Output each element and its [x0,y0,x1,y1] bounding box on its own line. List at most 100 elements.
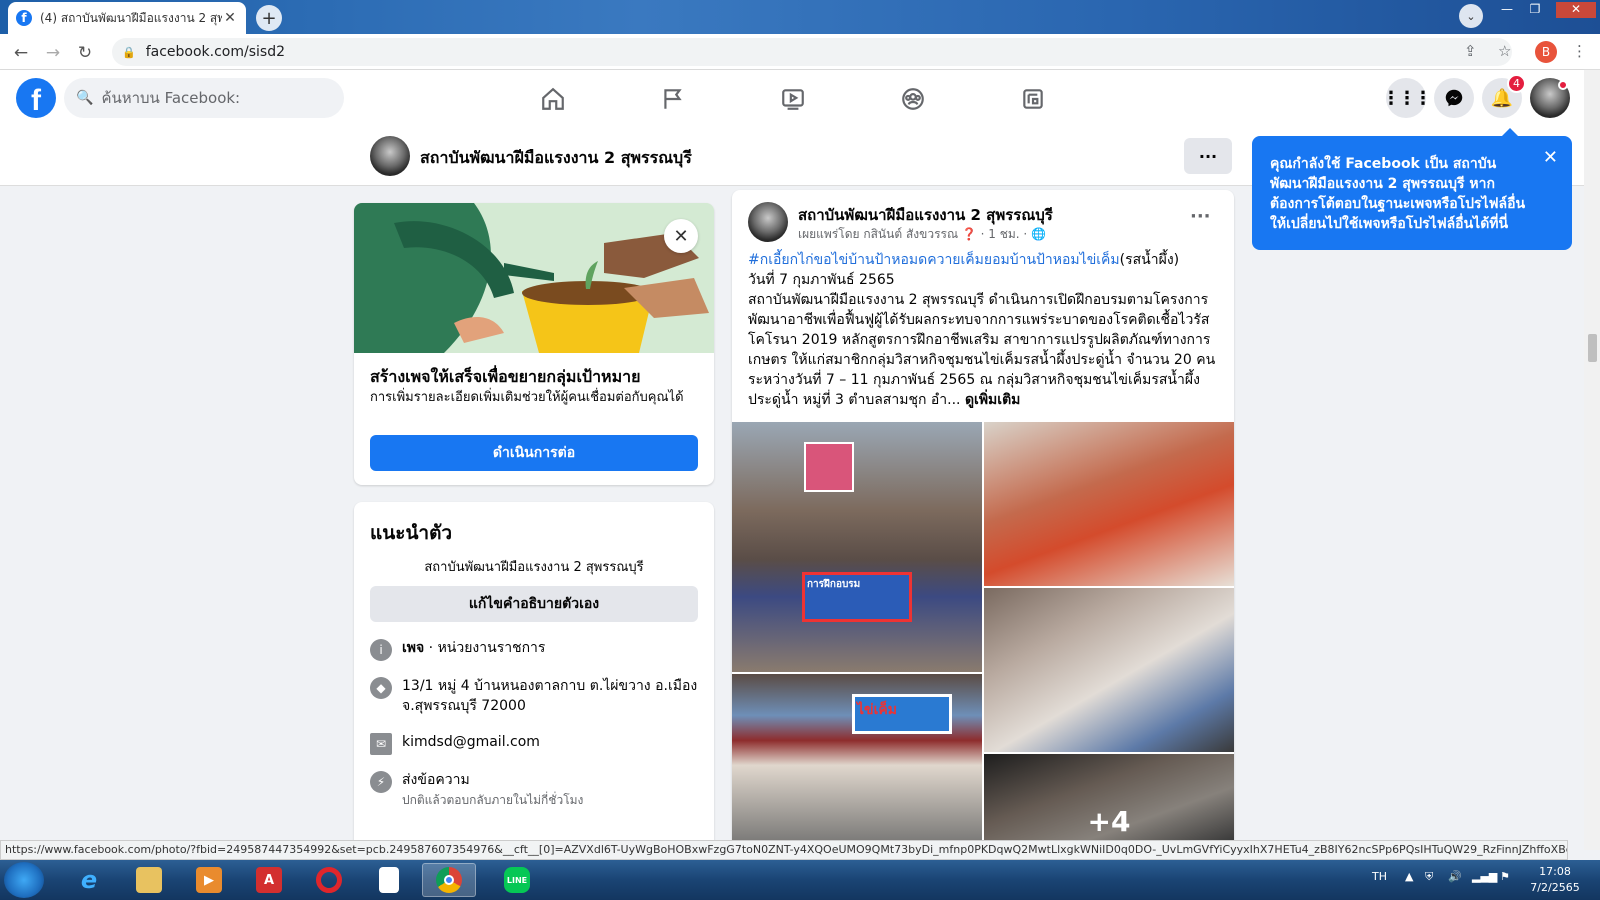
post-author-avatar[interactable] [748,202,788,242]
intro-category-row: i เพจ · หน่วยงานราชการ [370,638,700,661]
watch-video-icon[interactable] [776,82,810,116]
network-icon[interactable]: ▂▄▆ [1472,870,1497,883]
gaming-icon[interactable] [1016,82,1050,116]
tray-app-icon[interactable]: ⛨ [1425,870,1433,884]
browser-profile-avatar[interactable]: B [1535,41,1557,63]
taskbar-notepad[interactable] [362,863,416,897]
document-icon [379,867,399,893]
tray-expand-icon[interactable]: ▲ [1405,870,1413,883]
post-photo-4[interactable]: ไข่เค็ม [732,674,982,840]
post-body: #กเอี้ยกไก่ขอไข่บ้านป้าหอมดควายเค็มยอมบ้… [748,250,1226,410]
post-photo-1[interactable]: การฝึกอบรม [732,422,982,672]
post-body-text: สถาบันพัฒนาฝีมือแรงงาน 2 สุพรรณบุรี ดำเน… [748,292,1216,408]
url-text: facebook.com/sisd2 [145,44,285,60]
taskbar-acrobat[interactable]: A [242,863,296,897]
facebook-search-input[interactable]: 🔍 ค้นหาบน Facebook: [64,78,344,118]
taskbar-clock[interactable]: 17:08 7/2/2565 [1525,864,1585,896]
browser-tab[interactable]: f (4) สถาบันพัฒนาฝีมือแรงงาน 2 สุพรรณ ✕ [8,2,246,34]
scrollbar-thumb[interactable] [1588,334,1597,362]
start-button[interactable] [4,862,44,898]
send-message-link[interactable]: ส่งข้อความ [402,772,470,788]
taskbar-media-player[interactable]: ▶ [182,863,236,897]
action-center-flag-icon[interactable]: ⚑ [1500,870,1510,883]
minimize-button[interactable]: — [1494,2,1520,18]
clock-date: 7/2/2565 [1530,881,1580,894]
post-photo-5[interactable]: +4 [984,754,1234,840]
groups-icon[interactable] [896,82,930,116]
tab-title: (4) สถาบันพัฒนาฝีมือแรงงาน 2 สุพรรณ [40,10,222,25]
facebook-logo-icon[interactable]: f [16,78,56,118]
pdf-icon: A [256,867,282,893]
share-icon[interactable]: ⇪ [1464,42,1477,60]
messenger-button[interactable] [1434,78,1474,118]
search-icon: 🔍 [76,90,94,106]
tab-search-button[interactable]: ⌄ [1459,4,1483,28]
post-photo-2[interactable] [984,422,1234,586]
complete-page-card: ✕ สร้างเพจให้เสร็จเพื่อขยายกลุ่มเป้าหมาย… [354,203,714,485]
home-icon[interactable] [536,82,570,116]
more-photos-overlay: +4 [984,754,1234,840]
close-icon[interactable]: ✕ [664,219,698,253]
facebook-top-nav: f 🔍 ค้นหาบน Facebook: ⋮⋮⋮ 🔔 4 [0,70,1584,128]
messenger-icon: ⚡ [370,771,392,793]
address-bar[interactable]: 🔒 facebook.com/sisd2 [112,38,1512,66]
maximize-button[interactable]: ❐ [1522,2,1548,18]
intro-heading: แนะนำตัว [370,522,453,544]
switch-profile-tooltip: คุณกำลังใช้ Facebook เป็น สถาบันพัฒนาฝีม… [1252,128,1572,250]
feed-post: สถาบันพัฒนาฝีมือแรงงาน 2 สุพรรณบุรี เผยแ… [732,190,1234,840]
banner-sign: การฝึกอบรม [802,572,912,622]
folder-icon [136,867,162,893]
category-label: · หน่วยงานราชการ [424,640,546,656]
intro-bio: สถาบันพัฒนาฝีมือแรงงาน 2 สุพรรณบุรี [424,560,644,575]
back-icon[interactable]: ← [10,42,32,64]
media-player-icon: ▶ [196,867,222,893]
windows-taskbar: e ▶ A LINE TH ▲ ⛨ 🔊 ▂▄▆ ⚑ 17:08 7/2/2565 [0,860,1600,900]
shop-sign [804,442,854,492]
reload-icon[interactable]: ↻ [74,42,96,64]
page-avatar[interactable] [370,136,410,176]
page-name[interactable]: สถาบันพัฒนาฝีมือแรงงาน 2 สุพรรณบุรี [420,146,692,171]
taskbar-file-explorer[interactable] [122,863,176,897]
ie-icon: e [80,866,98,894]
taskbar-line[interactable]: LINE [490,863,544,897]
menu-grid-button[interactable]: ⋮⋮⋮ [1382,78,1432,118]
lock-icon: 🔒 [122,45,136,59]
post-author-name[interactable]: สถาบันพัฒนาฝีมือแรงงาน 2 สุพรรณบุรี [798,203,1053,227]
intro-message-row: ⚡ ส่งข้อความ ปกติแล้วตอบกลับภายในไม่กี่ช… [370,770,700,810]
post-photo-3[interactable] [984,588,1234,752]
post-hashtag-suffix: (รสน้ำผึ้ง) [1119,252,1180,268]
close-icon[interactable]: ✕ [1543,148,1558,168]
post-hashtag[interactable]: #กเอี้ยกไก่ขอไข่บ้านป้าหอมดควายเค็มยอมบ้… [748,252,1120,268]
pages-flag-icon[interactable] [656,82,690,116]
info-icon: i [370,639,392,661]
notification-badge: 4 [1507,74,1526,93]
response-time-text: ปกติแล้วตอบกลับภายในไม่กี่ชั่วโมง [402,793,584,807]
page-more-button[interactable]: ··· [1184,138,1232,174]
page-scrollbar[interactable] [1584,70,1600,850]
continue-button[interactable]: ดำเนินการต่อ [370,435,698,471]
close-tab-icon[interactable]: ✕ [222,10,238,26]
taskbar-chrome[interactable] [422,863,476,897]
bookmark-star-icon[interactable]: ☆ [1498,42,1511,60]
search-placeholder: ค้นหาบน Facebook: [101,89,241,107]
email-text[interactable]: kimdsd@gmail.com [402,732,540,755]
see-more-link[interactable]: ดูเพิ่มเติม [965,392,1020,408]
intro-card: แนะนำตัว สถาบันพัฒนาฝีมือแรงงาน 2 สุพรรณ… [354,502,714,862]
link-status-bar: https://www.facebook.com/photo/?fbid=249… [0,840,1568,860]
browser-menu-icon[interactable]: ⋮ [1572,42,1587,60]
address-text[interactable]: 13/1 หมู่ 4 บ้านหนองตาลกาบ ต.ไผ่ขวาง อ.เ… [402,676,700,716]
salted-egg-sign: ไข่เค็ม [852,694,952,734]
taskbar-opera[interactable] [302,863,356,897]
account-avatar[interactable] [1530,78,1570,118]
input-language[interactable]: TH [1372,870,1387,883]
close-window-button[interactable]: ✕ [1556,2,1596,18]
volume-icon[interactable]: 🔊 [1448,870,1462,883]
edit-bio-button[interactable]: แก้ไขคำอธิบายตัวเอง [370,586,698,622]
new-tab-button[interactable]: + [256,5,282,31]
messenger-icon [1445,89,1463,107]
notifications-button[interactable]: 🔔 4 [1482,74,1526,118]
forward-icon[interactable]: → [42,42,64,64]
post-options-icon[interactable]: ··· [1190,206,1211,227]
grid-icon: ⋮⋮⋮ [1382,87,1432,109]
taskbar-internet-explorer[interactable]: e [62,863,116,897]
